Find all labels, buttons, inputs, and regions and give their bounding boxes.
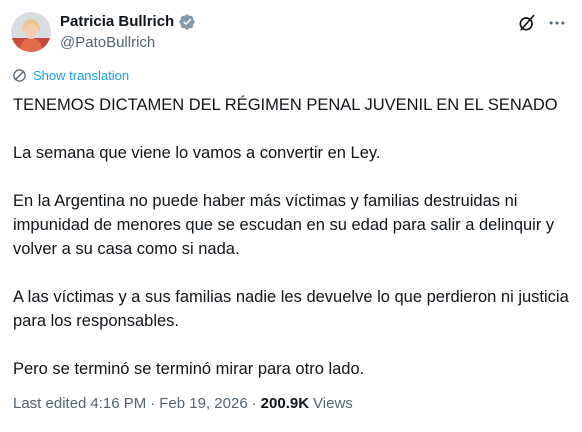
translate-icon <box>12 68 27 83</box>
more-options-icon[interactable] <box>546 12 568 34</box>
views-count: 200.9K <box>260 395 310 412</box>
author-handle[interactable]: @PatoBullrich <box>60 34 196 51</box>
author-display-name[interactable]: Patricia Bullrich <box>60 13 174 30</box>
show-translation-label[interactable]: Show translation <box>33 68 129 83</box>
tweet-header: Patricia Bullrich @PatoBullrich <box>11 10 568 54</box>
tweet-card: Patricia Bullrich @PatoBullrich Show tra… <box>0 0 582 432</box>
edited-label[interactable]: Last edited <box>13 395 86 412</box>
display-name-row: Patricia Bullrich <box>60 11 196 32</box>
tweet-text: TENEMOS DICTAMEN DEL RÉGIMEN PENAL JUVEN… <box>13 93 573 381</box>
post-date[interactable]: Feb 19, 2026 <box>159 395 247 412</box>
meta-separator-2: · <box>251 395 257 412</box>
show-translation-link[interactable]: Show translation <box>12 68 129 83</box>
tweet-paragraph-4: A las víctimas y a sus familias nadie le… <box>13 288 569 330</box>
tweet-paragraph-2: La semana que viene lo vamos a convertir… <box>13 144 381 162</box>
tweet-paragraph-3: En la Argentina no puede haber más vícti… <box>13 192 555 258</box>
tweet-paragraph-5: Pero se terminó se terminó mirar para ot… <box>13 360 365 378</box>
avatar[interactable] <box>11 12 51 52</box>
meta-separator: · <box>150 395 156 412</box>
tweet-paragraph-1: TENEMOS DICTAMEN DEL RÉGIMEN PENAL JUVEN… <box>13 96 558 114</box>
author-names: Patricia Bullrich @PatoBullrich <box>60 11 196 51</box>
views-label: Views <box>313 395 353 412</box>
post-time[interactable]: 4:16 PM <box>90 395 146 412</box>
tweet-metadata: Last edited 4:16 PM · Feb 19, 2026 · 200… <box>13 395 353 412</box>
verified-badge-icon <box>178 13 196 31</box>
grok-icon[interactable] <box>516 12 538 34</box>
